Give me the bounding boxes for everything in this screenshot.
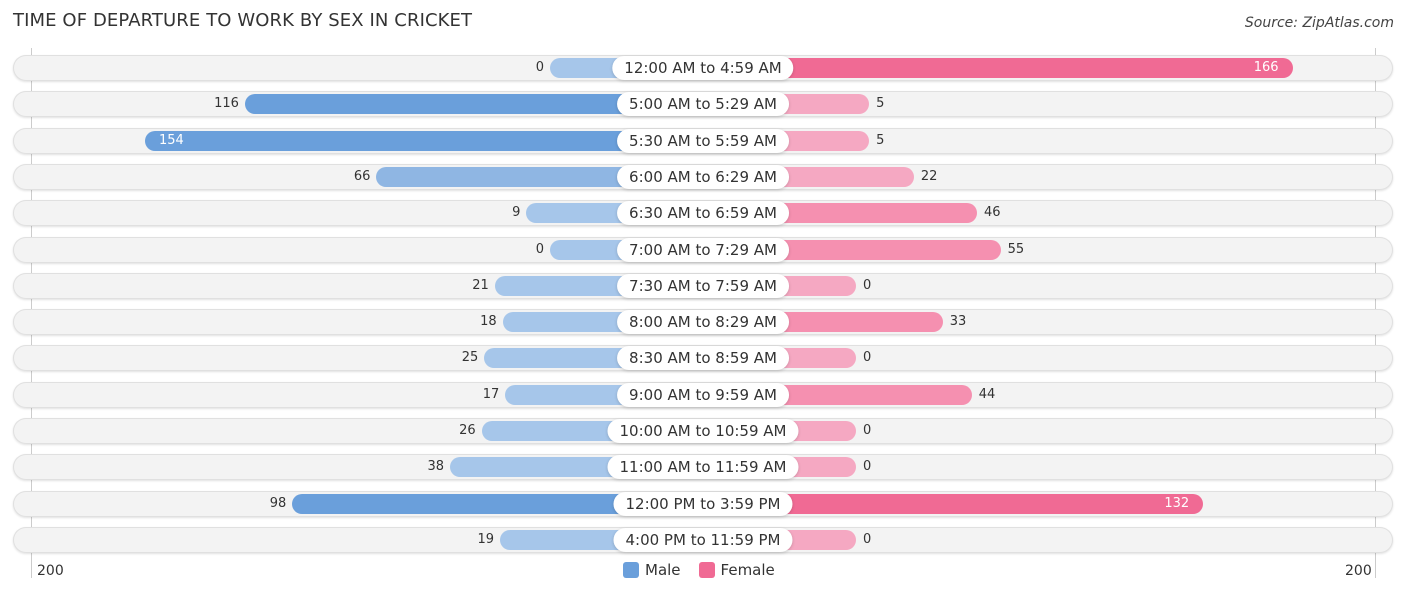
category-label: 12:00 AM to 4:59 AM [612, 56, 794, 80]
category-label: 6:00 AM to 6:29 AM [617, 165, 789, 189]
axis-label-left: 200 [37, 563, 64, 579]
legend-swatch-male [623, 562, 639, 578]
value-label-male: 38 [427, 459, 445, 474]
value-label-female: 55 [1007, 242, 1025, 257]
chart-title: TIME OF DEPARTURE TO WORK BY SEX IN CRIC… [13, 10, 473, 31]
value-label-male: 0 [535, 60, 544, 75]
category-label: 5:30 AM to 5:59 AM [617, 129, 789, 153]
category-label: 7:00 AM to 7:29 AM [617, 238, 789, 262]
value-label-male: 116 [214, 96, 239, 111]
legend-item-female: Female [698, 561, 775, 579]
value-label-female: 132 [1164, 496, 1190, 511]
value-label-male: 21 [472, 278, 489, 293]
legend-item-male: Male [623, 561, 681, 579]
category-label: 7:30 AM to 7:59 AM [617, 274, 789, 298]
category-label: 4:00 PM to 11:59 PM [613, 528, 793, 552]
category-label: 9:00 AM to 9:59 AM [617, 383, 789, 407]
value-label-female: 0 [863, 350, 872, 365]
category-label: 11:00 AM to 11:59 AM [607, 455, 799, 479]
value-label-male: 25 [461, 350, 479, 365]
source-label: Source: ZipAtlas.com [1244, 15, 1394, 31]
value-label-female: 33 [949, 314, 967, 329]
value-label-female: 5 [876, 133, 885, 148]
category-label: 8:00 AM to 8:29 AM [617, 310, 789, 334]
category-label: 10:00 AM to 10:59 AM [607, 419, 799, 443]
value-label-female: 5 [876, 96, 885, 111]
legend: Male Female [623, 561, 785, 579]
legend-swatch-female [698, 562, 715, 578]
legend-label-female: Female [720, 561, 775, 579]
value-label-female: 44 [978, 387, 996, 402]
category-label: 8:30 AM to 8:59 AM [617, 346, 789, 370]
value-label-male: 19 [477, 532, 495, 547]
value-label-female: 0 [863, 278, 872, 293]
category-label: 5:00 AM to 5:29 AM [617, 92, 789, 116]
value-label-female: 46 [983, 205, 1001, 220]
value-label-female: 0 [863, 423, 872, 438]
value-label-female: 0 [863, 459, 872, 474]
category-label: 6:30 AM to 6:59 AM [617, 201, 789, 225]
value-label-male: 26 [459, 423, 476, 438]
value-label-male: 18 [480, 314, 497, 329]
axis-label-right: 200 [1345, 563, 1372, 579]
value-label-female: 0 [863, 532, 872, 547]
value-label-male: 0 [535, 242, 544, 257]
value-label-female: 22 [920, 169, 938, 184]
value-label-male: 98 [269, 496, 287, 511]
category-label: 12:00 PM to 3:59 PM [613, 492, 793, 516]
value-label-male: 66 [353, 169, 371, 184]
value-label-male: 154 [158, 133, 184, 148]
legend-label-male: Male [645, 561, 681, 579]
value-label-female: 166 [1253, 60, 1279, 75]
value-label-male: 9 [512, 205, 521, 220]
value-label-male: 17 [482, 387, 500, 402]
